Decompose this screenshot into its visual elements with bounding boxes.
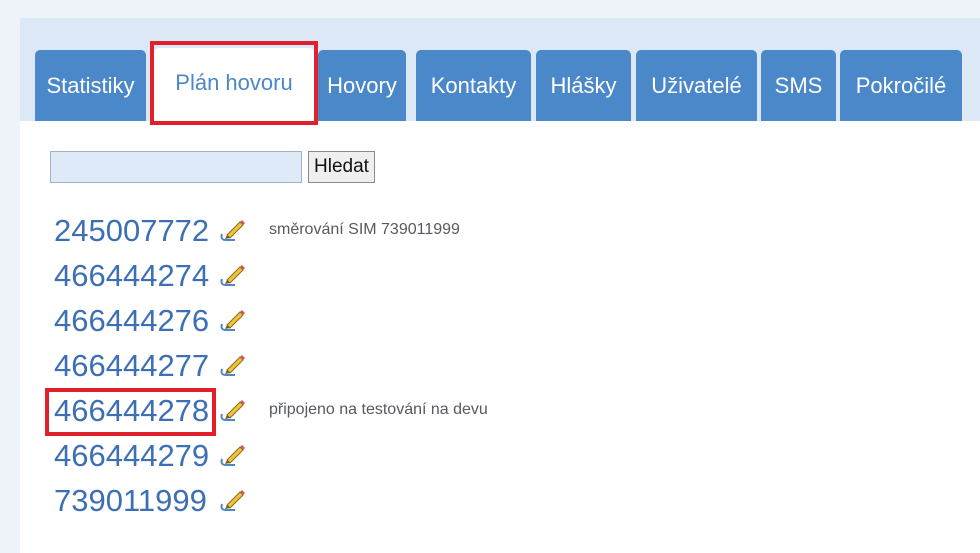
phone-number-link[interactable]: 466444279 [54,436,209,476]
tab-bar: Statistiky Plán hovoru Hovory Kontakty H… [20,18,980,121]
edit-pencil-icon[interactable] [219,397,247,423]
tab-kontakty[interactable]: Kontakty [416,50,531,121]
tab-pokrocile[interactable]: Pokročilé [840,50,962,121]
search-button[interactable]: Hledat [308,151,375,183]
list-item: 466444279 [54,436,954,476]
number-note: připojeno na testování na devu [269,401,488,418]
phone-number-link[interactable]: 466444276 [54,301,209,341]
list-item: 466444276 [54,301,954,341]
edit-pencil-icon[interactable] [219,262,247,288]
tab-hovory[interactable]: Hovory [318,50,406,121]
list-item: 466444277 [54,346,954,386]
tab-uzivatele[interactable]: Uživatelé [636,50,757,121]
edit-pencil-icon[interactable] [219,487,247,513]
number-note: směrování SIM 739011999 [269,221,460,238]
tab-statistiky[interactable]: Statistiky [35,50,146,121]
edit-pencil-icon[interactable] [219,442,247,468]
list-item: 245007772 směrování SIM 739011999 [54,211,954,251]
tab-plan-hovoru[interactable]: Plán hovoru [154,48,314,121]
phone-number-link[interactable]: 466444278 [54,391,209,431]
page: Statistiky Plán hovoru Hovory Kontakty H… [20,18,980,553]
edit-pencil-icon[interactable] [219,352,247,378]
edit-pencil-icon[interactable] [219,307,247,333]
list-item: 466444274 [54,256,954,296]
phone-number-link[interactable]: 245007772 [54,211,209,251]
list-item: 466444278 připojeno na testování na devu [54,391,954,431]
search-input[interactable] [50,151,302,183]
phone-number-link[interactable]: 739011999 [54,481,207,521]
edit-pencil-icon[interactable] [219,217,247,243]
phone-number-link[interactable]: 466444277 [54,346,209,386]
list-item: 739011999 [54,481,954,521]
tab-hlasky[interactable]: Hlášky [536,50,631,121]
tab-sms[interactable]: SMS [761,50,836,121]
phone-number-link[interactable]: 466444274 [54,256,209,296]
